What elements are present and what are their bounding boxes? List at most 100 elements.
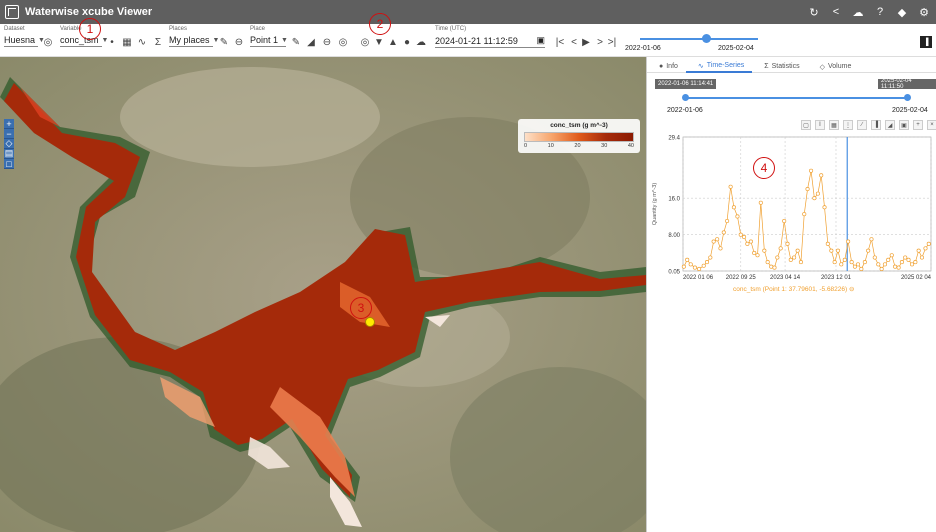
settings-icon[interactable]: ⚙	[918, 6, 930, 19]
y-tick-label: 29.4	[668, 136, 680, 142]
annotation-marker: 4	[753, 157, 775, 179]
data-point	[812, 196, 817, 201]
prev-step-icon[interactable]: <	[568, 36, 580, 48]
data-point	[688, 262, 693, 267]
expand-icon[interactable]: ▢	[801, 120, 811, 130]
places-select[interactable]: Places My places ▼	[169, 26, 219, 47]
place-select[interactable]: Place Point 1 ▼	[250, 26, 288, 47]
polygon-icon[interactable]: ▲	[387, 36, 399, 48]
range-slider-start-knob[interactable]	[682, 94, 689, 101]
add-icon[interactable]: +	[913, 120, 923, 130]
zoom-to-place-icon[interactable]: ◎	[337, 36, 349, 48]
layout-toggle-icon[interactable]: ▐	[920, 36, 932, 48]
data-point	[886, 257, 891, 262]
share-icon[interactable]: <	[830, 6, 842, 18]
data-point	[866, 248, 871, 253]
data-point	[731, 205, 736, 210]
next-step-icon[interactable]: >	[594, 36, 606, 48]
legend-tick: 20	[574, 143, 581, 149]
data-point	[745, 241, 750, 246]
data-point	[735, 214, 740, 219]
time-series-svg[interactable]: 0.05 8.00 16.0 29.4 2022 01 06 2022 09 25 2023…	[647, 133, 936, 293]
time-input[interactable]: Time (UTC) 2024-01-21 11:12:59 ▣	[435, 26, 545, 48]
edit-icon[interactable]: ✎	[218, 36, 230, 48]
cloud-upload-icon[interactable]: ☁	[852, 6, 864, 19]
camera-icon[interactable]: ▣	[899, 120, 909, 130]
data-point	[906, 257, 911, 262]
tab-info[interactable]: ● Info	[647, 57, 686, 73]
data-point	[825, 241, 830, 246]
error-bars-icon[interactable]: I	[815, 120, 825, 130]
x-tick-label: 2023 12 01	[821, 275, 852, 281]
data-point	[829, 248, 834, 253]
grid-icon[interactable]: ▦	[121, 36, 133, 48]
dataset-info-icon[interactable]: ◎	[42, 36, 54, 48]
select-mode-icon[interactable]: ◎	[359, 36, 371, 48]
tab-statistics[interactable]: Σ Statistics	[752, 57, 807, 73]
remove-place-icon[interactable]: ⊖	[321, 36, 333, 48]
bar-icon[interactable]: ▐	[871, 120, 881, 130]
color-legend[interactable]: conc_tsm (g m^-3) 0 10 20 30 40	[518, 119, 640, 153]
remove-series-icon[interactable]: ⊖	[849, 286, 854, 293]
shield-icon[interactable]: ◆	[896, 6, 908, 19]
time-series-chart[interactable]: 0.05 8.00 16.0 29.4 2022 01 06 2022 09 25 2023…	[647, 133, 936, 293]
range-slider-end-knob[interactable]	[904, 94, 911, 101]
data-point	[725, 218, 730, 224]
data-point	[855, 262, 861, 267]
data-point	[788, 257, 793, 262]
circle-icon[interactable]: ●	[401, 36, 413, 48]
data-point	[852, 264, 857, 269]
data-point	[819, 173, 824, 178]
data-point	[738, 232, 743, 237]
data-point	[899, 260, 904, 265]
pin-icon[interactable]: •	[106, 36, 118, 48]
range-start-label: 2022-01-06	[667, 107, 703, 114]
last-step-icon[interactable]: >|	[606, 36, 618, 48]
data-point	[896, 265, 901, 270]
data-point	[835, 248, 841, 253]
zoom-in-button[interactable]: +	[4, 119, 14, 129]
data-point	[802, 212, 807, 217]
refresh-icon[interactable]: ↻	[808, 6, 820, 19]
cloud-upload-icon[interactable]: ☁	[415, 36, 427, 48]
point-marker-icon[interactable]: ▼	[373, 36, 385, 48]
close-icon[interactable]: ×	[927, 120, 936, 130]
map-view[interactable]: + − ◇ ▤ □ conc_tsm (g m^-3) 0 10 20 30 4…	[0, 57, 646, 532]
data-point	[748, 239, 753, 244]
chevron-down-icon: ▼	[281, 36, 288, 44]
range-start-badge: 2022-01-06 11:14:41	[655, 79, 717, 89]
line-icon[interactable]: ∕	[857, 120, 867, 130]
edit-place-icon[interactable]: ✎	[290, 36, 302, 48]
points-icon[interactable]: ⋮	[843, 120, 853, 130]
dataset-select[interactable]: Dataset Huesna ▼	[4, 26, 45, 47]
first-step-icon[interactable]: |<	[554, 36, 566, 48]
slider-start-label: 2022-01-06	[625, 45, 661, 52]
range-slider[interactable]	[682, 94, 911, 101]
area-icon[interactable]: ◢	[885, 120, 895, 130]
chart-line-icon[interactable]: ∿	[136, 36, 148, 48]
map-info-icon[interactable]: □	[4, 159, 14, 169]
data-point	[926, 241, 931, 246]
tab-volume[interactable]: ◇ Volume	[808, 57, 860, 73]
help-icon[interactable]: ?	[874, 6, 886, 18]
data-point	[795, 248, 800, 253]
table-icon[interactable]: ▦	[829, 120, 839, 130]
data-point	[715, 237, 720, 242]
time-slider-knob[interactable]	[702, 34, 711, 43]
remove-icon[interactable]: ⊖	[233, 36, 245, 48]
fill-color-icon[interactable]: ◢	[305, 36, 317, 48]
data-point	[815, 191, 820, 196]
time-slider[interactable]	[640, 34, 758, 43]
legend-colorbar[interactable]	[524, 132, 634, 142]
tab-time-series[interactable]: ∿ Time-Series	[685, 57, 753, 73]
play-icon[interactable]: ▶	[580, 36, 592, 48]
slider-end-label: 2025-02-04	[718, 45, 754, 52]
y-tick-label: 0.05	[668, 270, 680, 276]
series-legend[interactable]: conc_tsm (Point 1: 37.79601, -5.68226) ⊖	[733, 285, 854, 293]
chart-tools: ▢ I ▦ ⋮ ∕ ▐ ◢ ▣ + ×	[801, 120, 936, 132]
layers-icon[interactable]: ▤	[4, 148, 14, 159]
calendar-icon[interactable]: ▣	[536, 35, 545, 46]
data-point	[765, 260, 770, 265]
sigma-icon[interactable]: Σ	[152, 36, 164, 48]
data-point	[718, 246, 723, 251]
